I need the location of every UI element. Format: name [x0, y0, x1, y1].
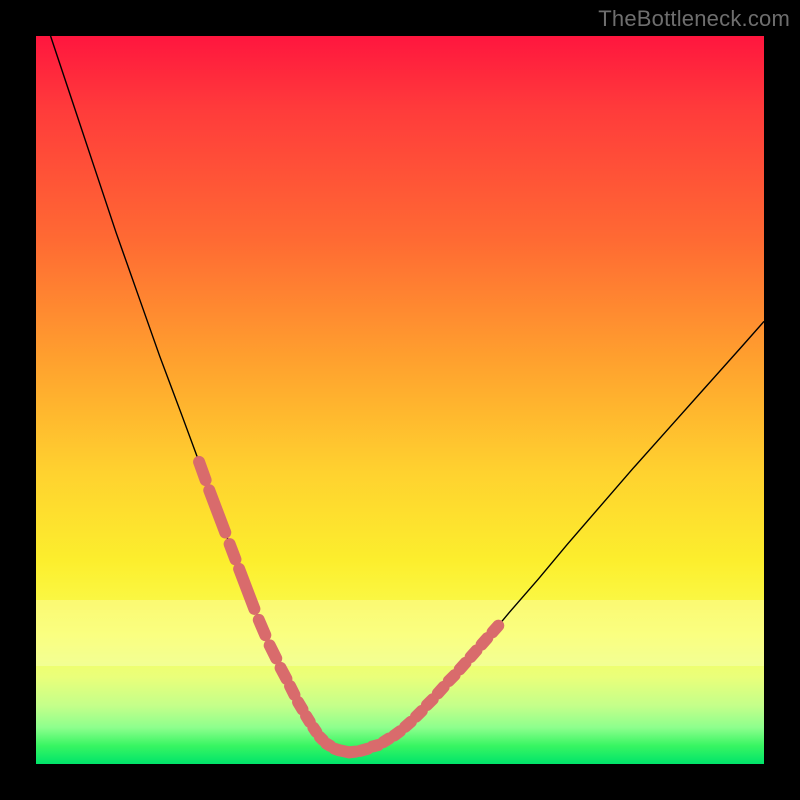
segment-right-3: [383, 739, 389, 743]
segment-right-13: [492, 626, 498, 633]
segment-group-left: [199, 462, 339, 750]
segment-right-8: [438, 687, 444, 694]
chart-frame: TheBottleneck.com: [0, 0, 800, 800]
segment-left-4: [259, 620, 266, 635]
chart-plot-area: [36, 36, 764, 764]
segment-left-0: [199, 462, 206, 480]
segment-group-right: [349, 626, 498, 753]
segment-right-1: [360, 749, 368, 751]
segment-left-7: [290, 686, 294, 695]
segment-left-3: [239, 569, 254, 609]
segment-left-6: [281, 668, 287, 679]
segment-right-11: [471, 650, 477, 657]
watermark-text: TheBottleneck.com: [598, 6, 790, 32]
segment-right-7: [427, 699, 433, 705]
segment-left-8: [298, 702, 302, 709]
segment-left-5: [270, 645, 277, 658]
segment-right-4: [394, 731, 400, 735]
segment-right-6: [416, 711, 422, 717]
segment-right-12: [482, 638, 488, 645]
segment-right-2: [372, 745, 378, 746]
segment-right-5: [405, 722, 411, 727]
segment-left-1: [209, 490, 225, 532]
segment-right-10: [460, 663, 466, 670]
bottleneck-curve-line: [51, 36, 764, 752]
chart-svg: [36, 36, 764, 764]
segment-left-9: [306, 716, 310, 722]
segment-bottom: [339, 750, 349, 752]
segment-right-9: [449, 675, 455, 681]
segment-left-10: [313, 728, 316, 732]
segment-left-2: [230, 544, 236, 559]
